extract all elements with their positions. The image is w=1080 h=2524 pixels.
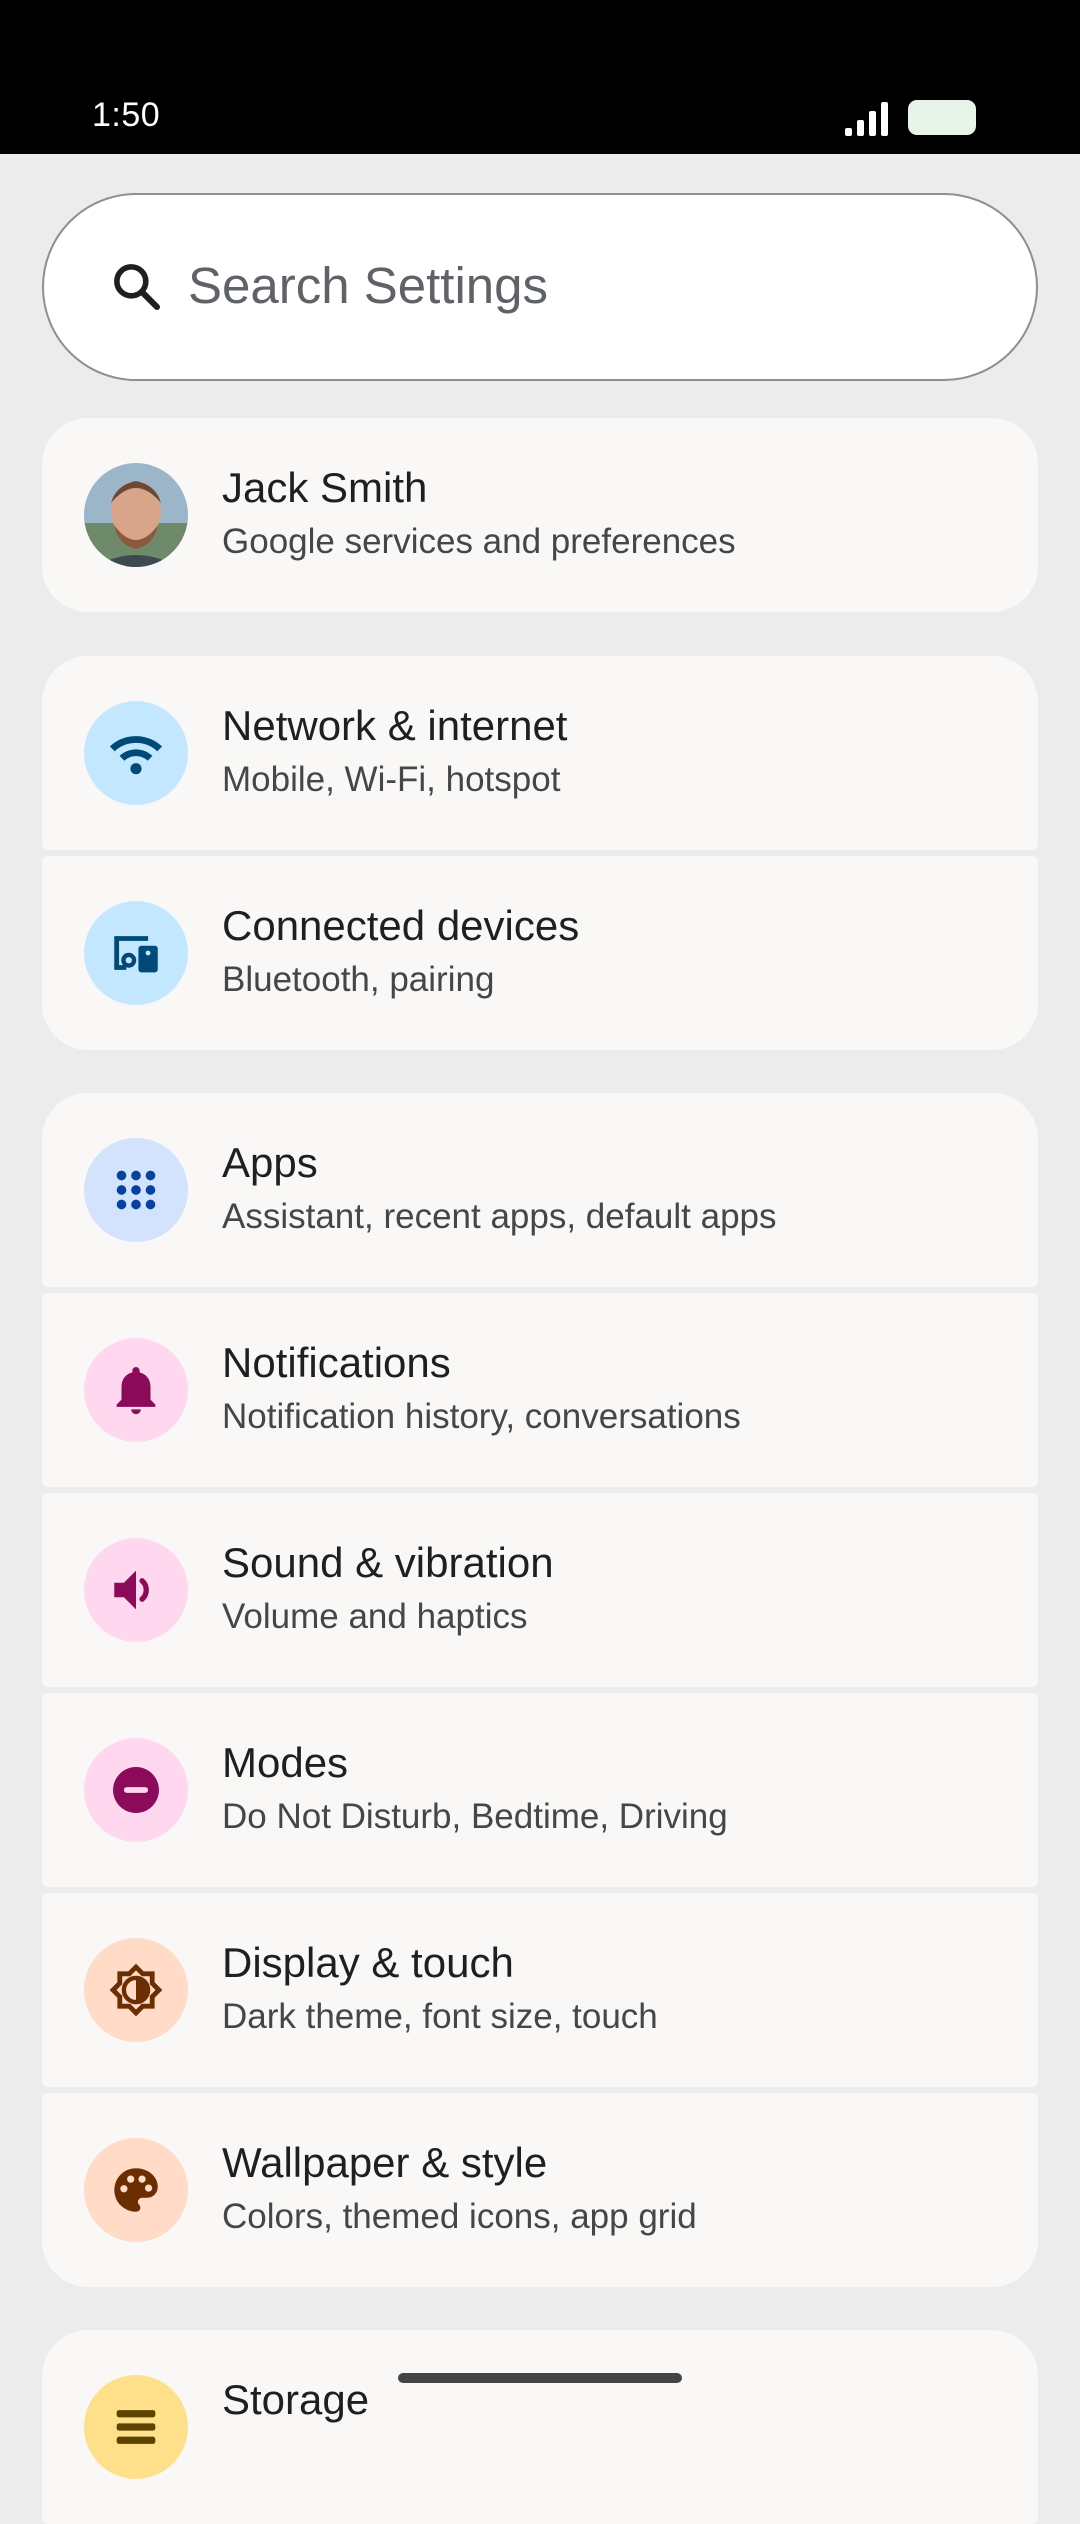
settings-item-sound[interactable]: Sound & vibration Volume and haptics: [42, 1493, 1038, 1687]
connected-devices-title: Connected devices: [222, 902, 580, 949]
cellular-signal-icon: [845, 102, 888, 136]
sound-subtitle: Volume and haptics: [222, 1597, 528, 1636]
account-subtitle: Google services and preferences: [222, 522, 736, 561]
home-indicator[interactable]: [398, 2373, 682, 2383]
notifications-title: Notifications: [222, 1339, 451, 1386]
account-name: Jack Smith: [222, 464, 428, 511]
storage-title: Storage: [222, 2376, 370, 2423]
display-icon-badge: [84, 1938, 188, 2042]
modes-title: Modes: [222, 1739, 349, 1786]
wallpaper-subtitle: Colors, themed icons, app grid: [222, 2197, 697, 2236]
modes-icon-badge: [84, 1738, 188, 1842]
status-bar: 1:50: [0, 0, 1080, 154]
do-not-disturb-icon: [113, 1767, 159, 1813]
settings-item-notifications[interactable]: Notifications Notification history, conv…: [42, 1293, 1038, 1487]
apps-title: Apps: [222, 1139, 318, 1186]
network-icon-badge: [84, 701, 188, 805]
avatar: [84, 463, 188, 567]
sound-title: Sound & vibration: [222, 1539, 554, 1586]
account-card[interactable]: Jack Smith Google services and preferenc…: [42, 418, 1038, 612]
palette-icon: [114, 2168, 158, 2212]
display-title: Display & touch: [222, 1939, 514, 1986]
search-placeholder: Search Settings: [188, 257, 549, 314]
speaker-icon: [114, 1570, 149, 1610]
network-title: Network & internet: [222, 702, 568, 749]
modes-subtitle: Do Not Disturb, Bedtime, Driving: [222, 1797, 728, 1836]
apps-subtitle: Assistant, recent apps, default apps: [222, 1197, 777, 1236]
bell-icon: [116, 1367, 156, 1415]
search-icon: [114, 264, 161, 311]
settings-item-wallpaper[interactable]: Wallpaper & style Colors, themed icons, …: [42, 2093, 1038, 2287]
settings-item-apps[interactable]: Apps Assistant, recent apps, default app…: [42, 1093, 1038, 1287]
notifications-icon-badge: [84, 1338, 188, 1442]
connected-devices-subtitle: Bluetooth, pairing: [222, 960, 495, 999]
devices-icon: [114, 936, 158, 973]
brightness-icon: [109, 1963, 163, 2017]
settings-item-network[interactable]: Network & internet Mobile, Wi-Fi, hotspo…: [42, 656, 1038, 850]
status-time: 1:50: [92, 96, 161, 134]
wallpaper-title: Wallpaper & style: [222, 2139, 548, 2186]
storage-icon: [116, 2410, 156, 2444]
connected-devices-icon-badge: [84, 901, 188, 1005]
battery-icon: [908, 100, 976, 135]
storage-icon-badge: [84, 2375, 188, 2479]
wifi-icon: [109, 736, 163, 775]
sound-icon-badge: [84, 1538, 188, 1642]
network-subtitle: Mobile, Wi-Fi, hotspot: [222, 760, 561, 799]
display-subtitle: Dark theme, font size, touch: [222, 1997, 658, 2036]
wallpaper-icon-badge: [84, 2138, 188, 2242]
notifications-subtitle: Notification history, conversations: [222, 1397, 741, 1436]
settings-item-modes[interactable]: Modes Do Not Disturb, Bedtime, Driving: [42, 1693, 1038, 1887]
apps-icon-badge: [84, 1138, 188, 1242]
settings-item-connected-devices[interactable]: Connected devices Bluetooth, pairing: [42, 856, 1038, 1050]
settings-item-display[interactable]: Display & touch Dark theme, font size, t…: [42, 1893, 1038, 2087]
apps-grid-icon: [116, 1170, 156, 1210]
settings-item-storage[interactable]: Storage: [42, 2330, 1038, 2524]
